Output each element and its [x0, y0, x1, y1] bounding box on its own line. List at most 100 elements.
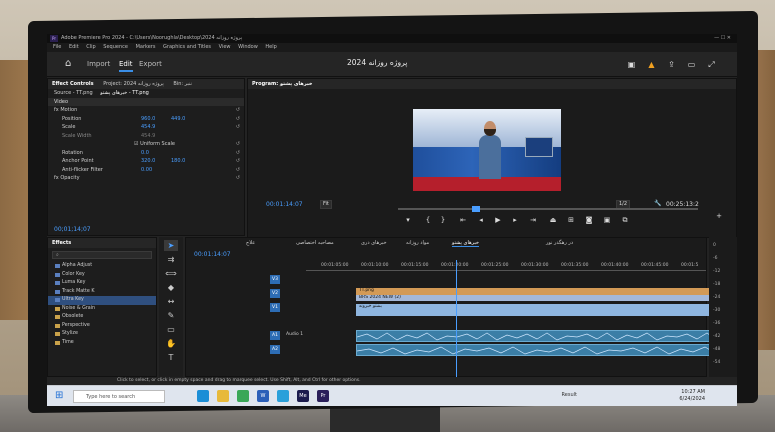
- menu-view[interactable]: View: [219, 44, 231, 50]
- effect-folder[interactable]: Noise & Grain: [48, 305, 156, 314]
- scale-width-value[interactable]: 454.9: [141, 132, 155, 141]
- workspaces-icon[interactable]: ▣: [627, 60, 636, 69]
- menu-help[interactable]: Help: [265, 44, 276, 50]
- track-target-v3[interactable]: V3: [270, 275, 280, 284]
- timeline-clip[interactable]: بشتو خبرونه: [356, 304, 728, 316]
- marker-icon[interactable]: ▾: [403, 216, 413, 224]
- effect-item[interactable]: Alpha Adjust: [48, 262, 156, 271]
- effect-row-motion[interactable]: fx Motion ↺: [48, 106, 244, 115]
- position-y-value[interactable]: 449.0: [171, 115, 185, 124]
- track-target-v2[interactable]: V2: [270, 289, 280, 298]
- effect-item-selected[interactable]: Ultra Key: [48, 296, 156, 305]
- menu-file[interactable]: File: [53, 44, 61, 50]
- type-icon[interactable]: T: [164, 352, 178, 363]
- windows-start-icon[interactable]: ⊞: [55, 391, 65, 401]
- effect-row-antiflicker[interactable]: Anti-flicker Filter 0.00 ↺: [48, 166, 244, 175]
- add-button-icon[interactable]: +: [714, 212, 724, 220]
- scrubber-handle[interactable]: [472, 206, 480, 212]
- tab-sequence-1[interactable]: علاج: [246, 240, 255, 246]
- reset-icon[interactable]: ↺: [236, 106, 240, 115]
- play-icon[interactable]: ▶: [493, 216, 503, 224]
- audio-clip[interactable]: [356, 330, 728, 342]
- menu-graphics[interactable]: Graphics and Titles: [163, 44, 211, 50]
- track-target-v1[interactable]: V1: [270, 303, 280, 312]
- clip-label[interactable]: خبرهای پشتو - TT.png: [100, 90, 149, 96]
- position-x-value[interactable]: 960.0: [141, 115, 155, 124]
- track-select-icon[interactable]: ⇉: [164, 254, 178, 265]
- multicam-icon[interactable]: ⧉: [620, 216, 630, 225]
- tab-sequence-4[interactable]: مواد روزانه: [406, 240, 429, 246]
- effect-row-opacity[interactable]: fx Opacity ↺: [48, 174, 244, 183]
- ripple-edit-icon[interactable]: ⟺: [164, 268, 178, 279]
- timeline-timecode[interactable]: 00:01:14:07: [194, 251, 231, 258]
- tab-sequence-3[interactable]: خبرهای دری: [361, 240, 387, 246]
- effect-row-scale-width[interactable]: Scale Width 454.9: [48, 132, 244, 141]
- program-timecode[interactable]: 00:01:14:07: [266, 201, 303, 208]
- app-icon[interactable]: W: [257, 390, 269, 402]
- lift-icon[interactable]: ⏏: [548, 216, 558, 224]
- app-icon[interactable]: [277, 390, 289, 402]
- effect-row-position[interactable]: Position 960.0 449.0 ↺: [48, 115, 244, 124]
- quick-export-icon[interactable]: ▭: [687, 60, 696, 69]
- tab-edit[interactable]: Edit: [119, 58, 133, 72]
- program-video-frame[interactable]: [413, 109, 561, 191]
- effects-search-input[interactable]: ⌕: [52, 251, 152, 259]
- extract-icon[interactable]: ⊞: [566, 216, 576, 224]
- fullscreen-icon[interactable]: ⤢: [707, 60, 716, 69]
- step-back-icon[interactable]: ◂: [476, 216, 486, 224]
- effect-folder[interactable]: Time: [48, 339, 156, 348]
- tab-import[interactable]: Import: [87, 58, 110, 70]
- tab-export[interactable]: Export: [139, 58, 162, 70]
- effect-item[interactable]: Track Matte K: [48, 288, 156, 297]
- menu-edit[interactable]: Edit: [69, 44, 79, 50]
- app-icon[interactable]: Me: [297, 390, 309, 402]
- anchor-y-value[interactable]: 180.0: [171, 157, 185, 166]
- track-target-a2[interactable]: A2: [270, 345, 280, 354]
- program-scrubber[interactable]: [398, 206, 698, 212]
- audio-clip[interactable]: [356, 344, 728, 356]
- app-icon[interactable]: [237, 390, 249, 402]
- window-controls[interactable]: — ☐ ✕: [714, 34, 731, 43]
- program-label[interactable]: Program: خبرهای پشتو: [252, 81, 313, 87]
- tab-sequence-6[interactable]: در رهگذر نور: [546, 240, 573, 246]
- go-in-icon[interactable]: ⇤: [458, 216, 468, 224]
- ec-timecode[interactable]: 00;01;14;07: [54, 226, 91, 233]
- track-target-a1[interactable]: A1: [270, 331, 280, 340]
- step-forward-icon[interactable]: ▸: [510, 216, 520, 224]
- tab-bin[interactable]: Bin: ننبر: [173, 81, 191, 87]
- tab-sequence-active[interactable]: خبرهای پشتو: [452, 240, 479, 247]
- razor-icon[interactable]: ◆: [164, 282, 178, 293]
- effect-item[interactable]: Color Key: [48, 271, 156, 280]
- effect-folder[interactable]: Stylize: [48, 330, 156, 339]
- go-out-icon[interactable]: ⇥: [528, 216, 538, 224]
- fit-dropdown[interactable]: Fit: [320, 200, 332, 209]
- in-icon[interactable]: {: [423, 216, 433, 224]
- taskbar-clock[interactable]: 10:27 AM 6/24/2024: [679, 389, 705, 403]
- scale-value[interactable]: 454.9: [141, 123, 155, 132]
- effect-row-uniform-scale[interactable]: ☑ Uniform Scale ↺: [48, 140, 244, 149]
- taskbar-search-input[interactable]: Type here to search: [73, 390, 165, 403]
- selection-tool-icon[interactable]: ➤: [164, 240, 178, 251]
- reset-icon[interactable]: ↺: [236, 140, 240, 149]
- slip-icon[interactable]: ↔: [164, 296, 178, 307]
- share-icon[interactable]: ⇪: [667, 60, 676, 69]
- tab-project[interactable]: Project: پروژه روزانه 2024: [103, 81, 164, 87]
- tab-sequence-2[interactable]: مصاحبه اختصاصی: [296, 240, 334, 246]
- effect-row-rotation[interactable]: Rotation 0.0 ↺: [48, 149, 244, 158]
- compare-icon[interactable]: ▣: [602, 216, 612, 224]
- reset-icon[interactable]: ↺: [236, 115, 240, 124]
- weather-widget[interactable]: Result: [562, 392, 577, 398]
- reset-icon[interactable]: ↺: [236, 166, 240, 175]
- uniform-scale-checkbox[interactable]: ☑: [54, 141, 140, 147]
- rectangle-icon[interactable]: ▭: [164, 324, 178, 335]
- app-icon[interactable]: Pr: [317, 390, 329, 402]
- menu-window[interactable]: Window: [238, 44, 258, 50]
- effect-row-scale[interactable]: Scale 454.9 ↺: [48, 123, 244, 132]
- reset-icon[interactable]: ↺: [236, 149, 240, 158]
- app-icon[interactable]: [217, 390, 229, 402]
- anchor-x-value[interactable]: 320.0: [141, 157, 155, 166]
- warning-icon[interactable]: ▲: [647, 60, 656, 69]
- reset-icon[interactable]: ↺: [236, 157, 240, 166]
- anti-flicker-value[interactable]: 0.00: [141, 166, 152, 175]
- effect-folder[interactable]: Perspective: [48, 322, 156, 331]
